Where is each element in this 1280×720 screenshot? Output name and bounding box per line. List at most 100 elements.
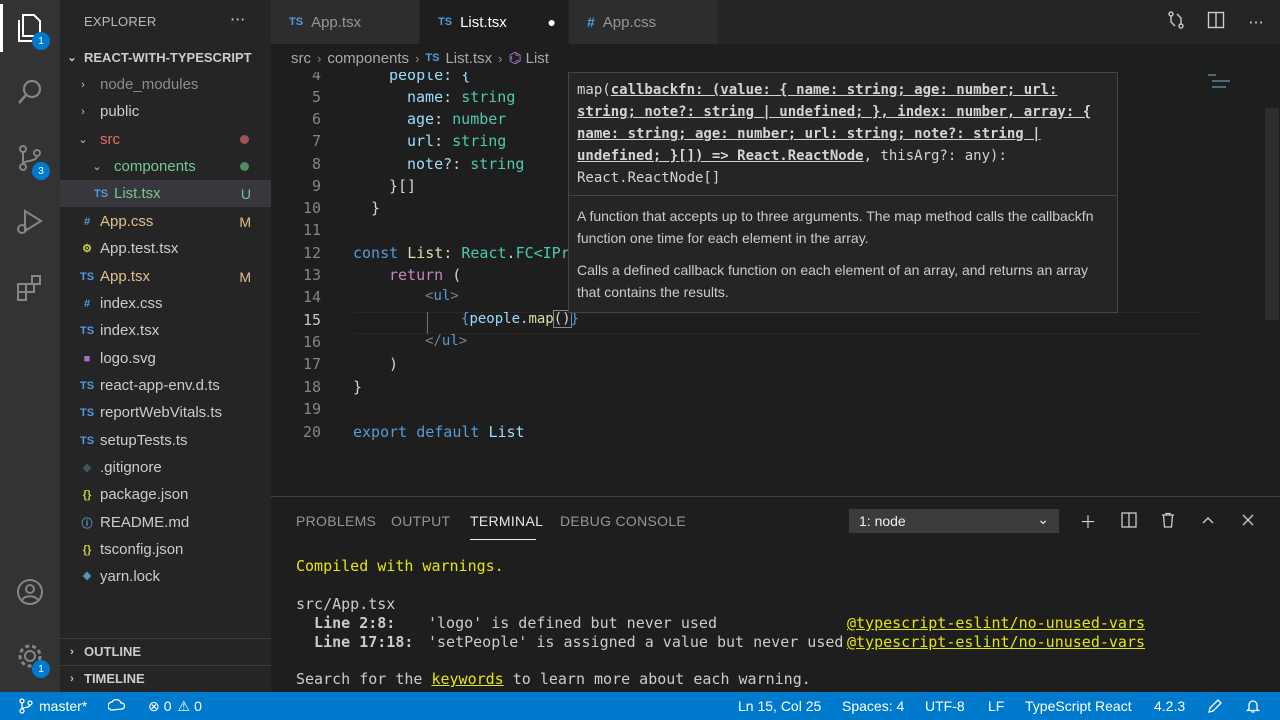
code-line-6: age: number	[407, 110, 506, 128]
tree-item-label: index.tsx	[100, 322, 160, 339]
ts-file-icon: TS	[425, 52, 440, 64]
timeline-header[interactable]: › TIMELINE	[60, 665, 271, 691]
chevron-down-icon: ⌄	[78, 134, 88, 146]
tree-item[interactable]: › node_modules	[60, 71, 271, 98]
ts-file-icon: TS	[79, 406, 95, 419]
search-icon[interactable]	[12, 74, 48, 110]
problems-indicator[interactable]: ⊗ 0 ⚠ 0	[148, 692, 202, 720]
split-terminal-icon[interactable]	[1118, 509, 1140, 531]
tree-item-label: logo.svg	[100, 350, 156, 367]
notifications-bell-icon[interactable]	[1245, 692, 1261, 720]
ts-file-icon: TS	[79, 434, 95, 447]
sync-icon[interactable]	[108, 692, 126, 720]
code-line-15: {people.map()}	[461, 310, 579, 328]
tree-item[interactable]: {} package.json	[60, 481, 271, 508]
maximize-panel-icon[interactable]	[1197, 509, 1219, 531]
cursor-position[interactable]: Ln 15, Col 25	[738, 692, 821, 720]
tree-item[interactable]: TS App.tsx M	[60, 263, 271, 290]
warning-message: 'logo' is defined but never used	[428, 614, 717, 632]
tree-item[interactable]: TS index.tsx	[60, 317, 271, 344]
unsaved-dot-icon[interactable]: ●	[548, 14, 556, 30]
tree-item[interactable]: # index.css	[60, 290, 271, 317]
breadcrumb-src[interactable]: src	[291, 50, 311, 67]
tree-item[interactable]: ⚙ App.test.tsx	[60, 235, 271, 262]
tree-item[interactable]: ■ logo.svg	[60, 345, 271, 372]
code-token: people: {	[389, 72, 471, 84]
terminal-select[interactable]: 1: node ⌄	[849, 509, 1059, 533]
hint-text: to learn more about each warning.	[503, 670, 811, 688]
tree-item-label: react-app-env.d.ts	[100, 377, 220, 394]
tab-terminal[interactable]: TERMINAL	[470, 513, 543, 529]
language-mode[interactable]: TypeScript React	[1025, 692, 1132, 720]
new-terminal-icon[interactable]: ＋	[1077, 509, 1099, 533]
terminal-warning-1: Line 2:8: 'logo' is defined but never use…	[296, 614, 1145, 632]
compare-changes-icon[interactable]	[1156, 10, 1196, 34]
account-icon[interactable]	[12, 574, 48, 610]
outline-header[interactable]: › OUTLINE	[60, 638, 271, 664]
breadcrumb-file[interactable]: List.tsx	[445, 50, 492, 67]
split-editor-icon[interactable]	[1196, 11, 1236, 33]
warning-rule-link[interactable]: @typescript-eslint/no-unused-vars	[847, 614, 1145, 632]
ts-version[interactable]: 4.2.3	[1154, 692, 1185, 720]
tree-item-label: App.tsx	[100, 268, 151, 285]
more-actions-icon[interactable]: ···	[1236, 13, 1276, 32]
branch-indicator[interactable]: master*	[18, 692, 87, 720]
scm-badge: 3	[32, 162, 50, 180]
ts-file-icon: TS	[289, 16, 304, 28]
minimap-line	[1208, 74, 1216, 76]
run-debug-icon[interactable]	[12, 204, 48, 240]
code-token: ul	[433, 288, 451, 304]
settings-gear-icon[interactable]: 1	[12, 638, 50, 678]
code-line-12: const List: React.FC<IPr	[353, 244, 570, 262]
chevron-down-icon: ⌄	[92, 161, 102, 173]
tree-item[interactable]: › public	[60, 98, 271, 125]
end-of-line[interactable]: LF	[988, 692, 1004, 720]
tree-item[interactable]: ⌄ components	[60, 153, 271, 180]
editor-scrollbar[interactable]	[1265, 108, 1279, 320]
explorer-badge: 1	[32, 32, 50, 50]
trash-icon[interactable]	[1157, 509, 1179, 531]
explorer-icon[interactable]: 1	[12, 10, 50, 50]
extensions-icon[interactable]	[12, 270, 48, 306]
tab-output[interactable]: OUTPUT	[391, 513, 450, 529]
tab-list-tsx[interactable]: TS List.tsx ●	[420, 0, 568, 44]
more-actions-icon[interactable]: ···	[230, 10, 245, 29]
minimap-line	[1212, 80, 1230, 82]
tree-item-label: package.json	[100, 486, 189, 503]
source-control-icon[interactable]: 3	[12, 140, 50, 180]
line-number: 11	[302, 221, 321, 239]
tab-label: App.tsx	[311, 13, 362, 31]
tree-item[interactable]: TS setupTests.ts	[60, 427, 271, 454]
keywords-link[interactable]: keywords	[431, 670, 503, 688]
feedback-icon[interactable]	[1207, 692, 1223, 720]
indentation[interactable]: Spaces: 4	[842, 692, 904, 720]
tree-item[interactable]: TS reportWebVitals.ts	[60, 399, 271, 426]
line-number: 12	[302, 244, 321, 262]
tree-item[interactable]: TS react-app-env.d.ts	[60, 372, 271, 399]
tree-item[interactable]: # App.css M	[60, 208, 271, 235]
project-folder-header[interactable]: ⌄ REACT-WITH-TYPESCRIPT	[60, 44, 271, 70]
code-token: :	[434, 110, 453, 128]
active-tab-underline	[470, 539, 536, 540]
tree-item[interactable]: ⌄ src	[60, 126, 271, 153]
error-icon: ⊗	[148, 697, 160, 714]
tab-app-css[interactable]: # App.css	[569, 0, 717, 44]
tree-item[interactable]: ❖ yarn.lock	[60, 563, 271, 590]
tab-debug-console[interactable]: DEBUG CONSOLE	[560, 513, 686, 529]
breadcrumb-symbol[interactable]: List	[526, 50, 549, 67]
warning-rule-link[interactable]: @typescript-eslint/no-unused-vars	[847, 633, 1145, 651]
css-file-icon: #	[83, 297, 91, 310]
tree-item[interactable]: TS List.tsx U	[60, 180, 271, 207]
line-number: 13	[302, 266, 321, 284]
tab-problems[interactable]: PROBLEMS	[296, 513, 376, 529]
tree-item[interactable]: ◆ .gitignore	[60, 454, 271, 481]
warning-location: Line 17:18:	[296, 633, 414, 651]
close-panel-icon[interactable]	[1237, 509, 1259, 531]
tree-item[interactable]: {} tsconfig.json	[60, 536, 271, 563]
line-number: 19	[302, 400, 321, 418]
encoding[interactable]: UTF-8	[925, 692, 965, 720]
tree-item-label: App.test.tsx	[100, 240, 179, 257]
tab-app-tsx[interactable]: TS App.tsx	[271, 0, 419, 44]
tree-item[interactable]: ⓘ README.md	[60, 509, 271, 536]
breadcrumb-components[interactable]: components	[327, 50, 409, 67]
